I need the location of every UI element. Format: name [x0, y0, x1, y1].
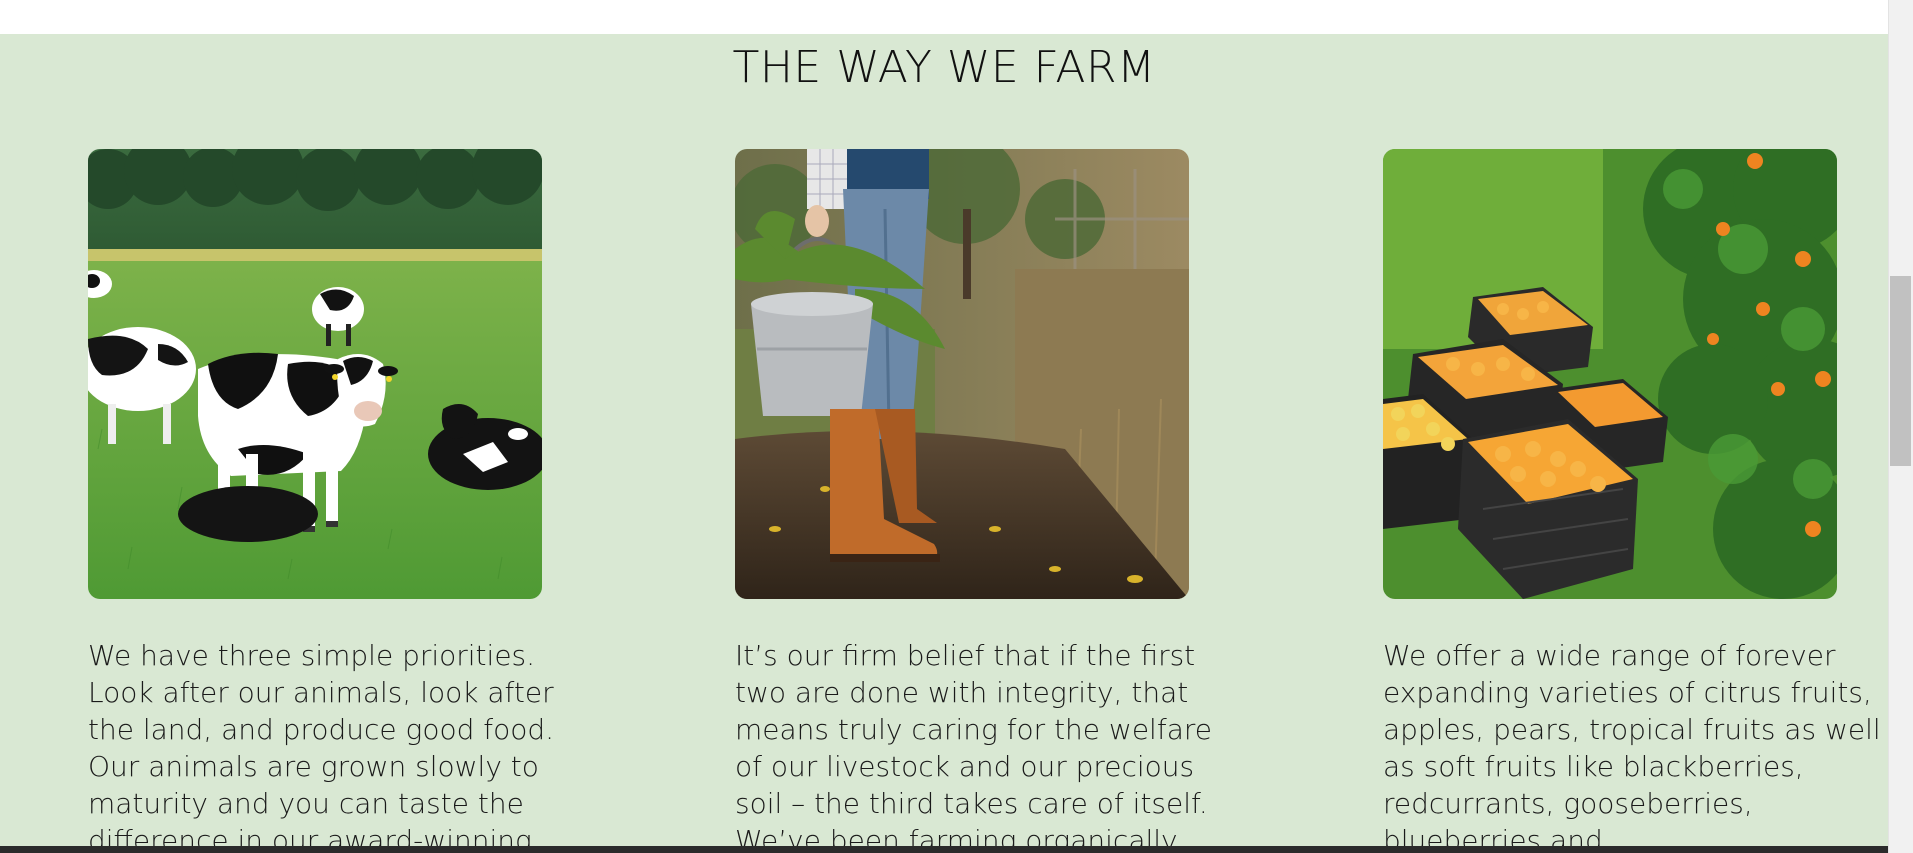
farmer-bucket-image: [735, 149, 1189, 599]
section-title: THE WAY WE FARM: [732, 42, 1156, 93]
card-text-animals: We have three simple priorities. Look af…: [88, 639, 555, 846]
card-text-produce: We offer a wide range of forever expandi…: [1383, 639, 1881, 846]
card-animals: We have three simple priorities. Look af…: [88, 149, 588, 846]
scrollbar-thumb[interactable]: [1890, 276, 1911, 466]
top-white-bar: [0, 0, 1888, 34]
bottom-edge-bar: [0, 846, 1888, 853]
farm-section: THE WAY WE FARM We have three simple pri…: [0, 34, 1888, 846]
card-text-land: It’s our firm belief that if the first t…: [735, 639, 1212, 846]
page: THE WAY WE FARM We have three simple pri…: [0, 0, 1913, 853]
orange-crates-image: [1383, 149, 1837, 599]
cows-image: [88, 149, 542, 599]
card-land: It’s our firm belief that if the first t…: [735, 149, 1235, 846]
card-produce: We offer a wide range of forever expandi…: [1383, 149, 1883, 846]
